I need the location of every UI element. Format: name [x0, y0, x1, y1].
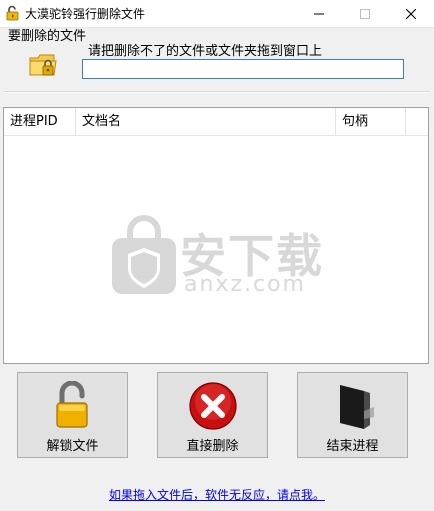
end-process-label: 结束进程: [326, 439, 379, 454]
watermark-sub-text: anxz.com: [184, 272, 306, 297]
column-header-filler: [406, 108, 428, 135]
lock-icon: [5, 5, 21, 21]
column-header-docname[interactable]: 文档名: [76, 108, 336, 135]
title-bar: 大漠驼铃强行删除文件: [0, 0, 434, 28]
end-process-button[interactable]: 结束进程: [297, 372, 408, 458]
file-section-label: 要删除的文件: [8, 29, 87, 44]
minimize-icon: [314, 13, 324, 14]
maximize-icon: [360, 8, 370, 19]
window-title: 大漠驼铃强行删除文件: [25, 7, 146, 21]
close-button[interactable]: [388, 0, 434, 27]
divider: [4, 91, 430, 93]
maximize-button[interactable]: [342, 0, 388, 27]
close-icon: [406, 8, 416, 19]
unlock-file-button[interactable]: 解锁文件: [17, 372, 128, 458]
delete-directly-label: 直接删除: [186, 439, 239, 454]
minimize-button[interactable]: [296, 0, 342, 27]
file-path-input[interactable]: [82, 59, 404, 79]
list-header: 进程PID 文档名 句柄: [4, 108, 428, 136]
watermark: 安下载 anxz.com: [108, 214, 328, 297]
drag-hint: 请把删除不了的文件或文件夹拖到窗口上: [88, 44, 323, 59]
delete-directly-button[interactable]: 直接删除: [157, 372, 268, 458]
process-window-icon: [328, 381, 378, 431]
folder-lock-icon: [28, 50, 58, 80]
unlock-file-label: 解锁文件: [46, 439, 99, 454]
shopping-bag-shield-icon: [108, 214, 180, 296]
padlock-open-icon: [48, 380, 98, 431]
column-header-handle[interactable]: 句柄: [336, 108, 406, 135]
column-header-pid[interactable]: 进程PID: [4, 108, 76, 135]
red-x-icon: [188, 381, 238, 431]
help-link[interactable]: 如果拖入文件后，软件无反应，请点我。: [0, 486, 434, 503]
